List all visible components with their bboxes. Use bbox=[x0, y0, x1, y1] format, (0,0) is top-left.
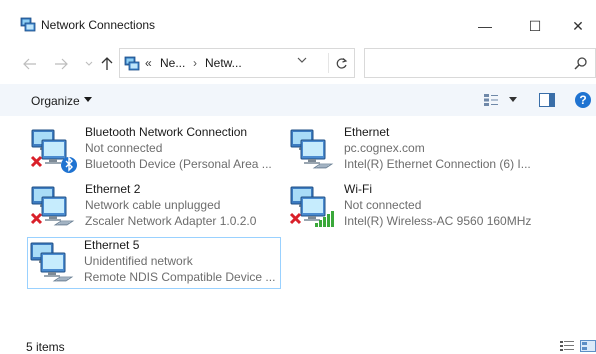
arrow-up-icon bbox=[101, 57, 113, 70]
preview-pane-icon[interactable] bbox=[539, 93, 555, 107]
status-bar: 5 items bbox=[0, 332, 596, 354]
arrow-right-icon bbox=[55, 58, 68, 70]
help-icon[interactable]: ? bbox=[575, 92, 591, 108]
back-button[interactable] bbox=[21, 55, 39, 73]
wifi-adapter-icon bbox=[289, 186, 334, 227]
breadcrumb-separator[interactable]: › bbox=[193, 56, 197, 70]
view-options-caret-icon[interactable] bbox=[509, 96, 517, 105]
connection-wi-fi[interactable]: Wi-Fi Not connected Intel(R) Wireless-AC… bbox=[287, 181, 545, 233]
item-count: 5 items bbox=[26, 340, 65, 354]
up-button[interactable] bbox=[98, 55, 116, 73]
window-title: Network Connections bbox=[41, 18, 156, 32]
connection-status: pc.cognex.com bbox=[344, 141, 425, 155]
search-input[interactable] bbox=[364, 48, 596, 78]
connection-name: Bluetooth Network Connection bbox=[85, 125, 248, 139]
close-icon: ✕ bbox=[572, 17, 584, 34]
ethernet-adapter-icon bbox=[30, 186, 75, 226]
chevron-down-icon bbox=[84, 97, 92, 102]
refresh-button[interactable] bbox=[328, 53, 354, 73]
search-icon[interactable] bbox=[574, 56, 588, 70]
tiles-view-icon[interactable] bbox=[580, 340, 596, 352]
connection-device: Zscaler Network Adapter 1.0.2.0 bbox=[85, 214, 257, 228]
close-button[interactable]: ✕ bbox=[558, 12, 596, 40]
connection-name: Ethernet 2 bbox=[85, 182, 141, 196]
forward-button[interactable] bbox=[52, 55, 70, 73]
navigation-bar: « Ne... › Netw... bbox=[0, 40, 596, 84]
network-connections-icon bbox=[124, 56, 140, 71]
breadcrumb-overflow[interactable]: « bbox=[145, 56, 152, 70]
refresh-icon bbox=[336, 57, 348, 69]
connection-status: Not connected bbox=[344, 198, 422, 212]
connection-device: Remote NDIS Compatible Device ... bbox=[84, 270, 276, 284]
connection-name: Wi-Fi bbox=[344, 182, 372, 196]
address-bar[interactable]: « Ne... › Netw... bbox=[119, 48, 355, 78]
connection-ethernet-5[interactable]: Ethernet 5 Unidentified network Remote N… bbox=[27, 237, 281, 289]
connection-device: Intel(R) Ethernet Connection (6) I... bbox=[344, 157, 531, 171]
minimize-button[interactable]: — bbox=[465, 12, 505, 40]
ethernet-adapter-icon bbox=[30, 242, 74, 282]
connection-name: Ethernet bbox=[344, 125, 390, 139]
recent-locations-button[interactable] bbox=[80, 55, 98, 73]
connection-status: Network cable unplugged bbox=[85, 198, 221, 212]
address-history-button[interactable] bbox=[297, 56, 307, 67]
title-bar: Network Connections — ☐ ✕ bbox=[0, 0, 596, 40]
breadcrumb-item[interactable]: Ne... bbox=[160, 56, 185, 70]
command-bar: Organize ? bbox=[0, 84, 596, 116]
minimize-icon: — bbox=[478, 18, 492, 34]
details-view-icon[interactable] bbox=[560, 340, 574, 352]
ethernet-adapter-icon bbox=[290, 129, 334, 169]
connection-device: Bluetooth Device (Personal Area ... bbox=[85, 157, 272, 171]
connection-status: Unidentified network bbox=[84, 254, 193, 268]
connection-ethernet[interactable]: Ethernet pc.cognex.com Intel(R) Ethernet… bbox=[287, 124, 545, 176]
change-view-icon[interactable] bbox=[483, 93, 499, 107]
connection-bluetooth-network[interactable]: Bluetooth Network Connection Not connect… bbox=[28, 124, 286, 176]
breadcrumb-item[interactable]: Netw... bbox=[205, 56, 242, 70]
chevron-down-icon bbox=[297, 57, 307, 63]
connection-ethernet-2[interactable]: Ethernet 2 Network cable unplugged Zscal… bbox=[28, 181, 286, 233]
connection-device: Intel(R) Wireless-AC 9560 160MHz bbox=[344, 214, 532, 228]
organize-caret-icon[interactable] bbox=[84, 96, 92, 105]
organize-button[interactable]: Organize bbox=[31, 94, 80, 108]
chevron-down-icon bbox=[509, 97, 517, 102]
connection-status: Not connected bbox=[85, 141, 163, 155]
connection-name: Ethernet 5 bbox=[84, 238, 140, 252]
network-connections-icon bbox=[20, 17, 36, 32]
maximize-button[interactable]: ☐ bbox=[515, 12, 555, 40]
bluetooth-adapter-icon bbox=[30, 129, 77, 173]
maximize-icon: ☐ bbox=[528, 17, 542, 34]
chevron-down-icon bbox=[85, 61, 93, 66]
arrow-left-icon bbox=[23, 58, 36, 70]
